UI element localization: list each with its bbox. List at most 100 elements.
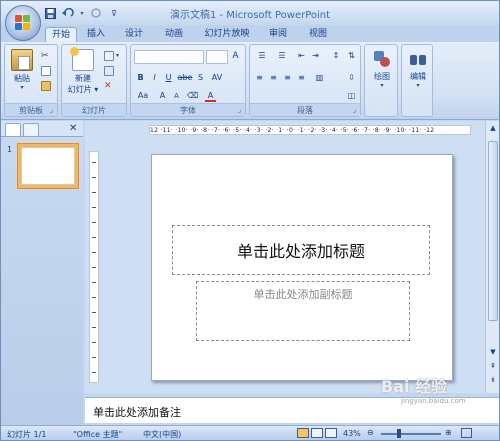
justify-icon[interactable]: ≡ [296, 72, 307, 84]
align-left-icon[interactable]: ≡ [254, 72, 265, 84]
slide-thumbnail[interactable] [17, 143, 79, 189]
reset-button[interactable] [104, 64, 114, 77]
line-spacing-icon[interactable]: ↕ [328, 50, 344, 62]
sorter-view-icon[interactable] [311, 428, 323, 438]
align-right-icon[interactable]: ≡ [282, 72, 293, 84]
office-logo-icon [15, 15, 31, 31]
text-direction-icon[interactable]: ⇅ [346, 50, 357, 62]
slides-group: 新建 幻灯片 ▾ ▾ ✕ 幻灯片 [61, 44, 127, 117]
paragraph-launcher-icon[interactable]: ⌟ [350, 106, 359, 115]
align-text-icon[interactable]: ⇳ [346, 72, 357, 84]
slide-canvas[interactable]: 单击此处添加标题 单击此处添加副标题 [151, 154, 453, 381]
notes-placeholder: 单击此处添加备注 [93, 406, 181, 419]
scroll-down-icon[interactable]: ▼ [487, 347, 499, 358]
editing-label: 编辑 [410, 72, 426, 81]
slides-group-label: 幻灯片 [62, 103, 126, 116]
ribbon-tabs: 开始 插入 设计 动画 幻灯片放映 审阅 视图 [1, 25, 499, 43]
change-case-button[interactable]: Aa [135, 90, 151, 102]
copy-button[interactable] [41, 64, 51, 77]
tab-slideshow[interactable]: 幻灯片放映 [201, 27, 253, 43]
tab-insert[interactable]: 插入 [81, 27, 111, 43]
numbering-icon[interactable]: ☰ [274, 50, 290, 62]
zoom-level[interactable]: 43% [343, 429, 361, 438]
decrease-indent-icon[interactable]: ⇤ [296, 50, 307, 62]
shapes-icon [372, 49, 392, 69]
normal-view-icon[interactable] [297, 428, 309, 438]
horizontal-ruler[interactable]: 12 ·11· ·10· ·9· ·8· ·7· ·6· ·5· ·4· ·3·… [149, 125, 471, 135]
zoom-in-icon[interactable]: ⊕ [445, 428, 452, 437]
tab-animation[interactable]: 动画 [159, 27, 189, 43]
font-size-combo[interactable] [206, 50, 228, 64]
layout-button[interactable]: ▾ [104, 49, 119, 62]
underline-button[interactable]: U [163, 72, 174, 84]
new-slide-button[interactable]: 新建 幻灯片 ▾ [66, 47, 100, 95]
zoom-out-icon[interactable]: ⊖ [367, 428, 374, 437]
bold-button[interactable]: B [135, 72, 146, 84]
outline-tab-icon[interactable] [23, 123, 39, 136]
delete-slide-button[interactable]: ✕ [104, 79, 114, 92]
paste-button[interactable]: 粘贴 ▾ [9, 49, 35, 91]
slide-thumbnail-preview [21, 147, 75, 185]
increase-indent-icon[interactable]: ⇥ [310, 50, 321, 62]
clear-format-icon[interactable]: ⌫ [187, 90, 198, 102]
watermark-logo-text: Bai 经验 [381, 377, 448, 396]
bullets-icon[interactable]: ☰ [254, 50, 270, 62]
vertical-scrollbar[interactable]: ▲ ▼ ⇞ ⇟ [485, 121, 499, 393]
office-button[interactable] [5, 5, 41, 41]
binoculars-icon [408, 49, 428, 69]
slides-tab-icon[interactable] [5, 123, 21, 136]
strikethrough-button[interactable]: abe [177, 72, 193, 84]
new-slide-label-2: 幻灯片 ▾ [67, 85, 99, 94]
align-center-icon[interactable]: ≡ [268, 72, 279, 84]
scroll-thumb[interactable] [488, 141, 498, 321]
close-pane-icon[interactable]: ✕ [69, 123, 77, 134]
slide-thumbnail-number: 1 [7, 145, 13, 154]
vertical-ruler[interactable] [89, 151, 99, 383]
pane-tabs: ✕ [1, 121, 83, 137]
italic-button[interactable]: I [149, 72, 160, 84]
font-group: A B I U abe S AV Aa A A ⌫ A 字体 ⌟ [130, 44, 246, 117]
title-placeholder[interactable]: 单击此处添加标题 [172, 225, 430, 275]
zoom-slider[interactable] [381, 433, 441, 435]
watermark-url: jingyan.baidu.com [401, 397, 466, 405]
paste-label: 粘贴 [14, 74, 30, 83]
font-launcher-icon[interactable]: ⌟ [235, 106, 244, 115]
zoom-slider-thumb[interactable] [397, 429, 401, 438]
prev-slide-icon[interactable]: ⇞ [487, 361, 499, 372]
paste-icon [11, 49, 33, 71]
smartart-icon[interactable]: ◫ [346, 90, 357, 102]
font-group-label: 字体 [131, 103, 245, 116]
editing-button[interactable]: 编辑 ▾ [403, 49, 433, 89]
font-color-button[interactable]: A [205, 90, 216, 102]
fit-to-window-icon[interactable] [461, 428, 472, 438]
columns-icon[interactable]: ▥ [314, 72, 325, 84]
theme-status[interactable]: "Office 主题" [73, 429, 122, 440]
tab-design[interactable]: 设计 [119, 27, 149, 43]
subtitle-placeholder[interactable]: 单击此处添加副标题 [196, 281, 410, 341]
slideshow-view-icon[interactable] [325, 428, 337, 438]
dialog-launcher-icon[interactable]: ⌟ [47, 106, 56, 115]
format-painter-button[interactable] [41, 79, 51, 92]
delete-icon: ✕ [104, 80, 112, 91]
tab-review[interactable]: 审阅 [263, 27, 293, 43]
slide-editor: 12 ·11· ·10· ·9· ·8· ·7· ·6· ·5· ·4· ·3·… [85, 121, 499, 393]
paragraph-group-label: 段落 [250, 103, 360, 116]
title-bar: ▾ ⊽ 演示文稿1 - Microsoft PowerPoint [1, 1, 499, 25]
scroll-up-icon[interactable]: ▲ [487, 123, 499, 134]
shrink-font-button[interactable]: A [171, 90, 182, 102]
cut-button[interactable]: ✂ [41, 49, 51, 62]
drawing-button[interactable]: 绘图 ▾ [367, 49, 397, 89]
tab-home[interactable]: 开始 [45, 27, 77, 43]
tab-view[interactable]: 视图 [303, 27, 333, 43]
brush-icon [41, 80, 51, 91]
grow-font-button[interactable]: A [230, 50, 241, 62]
spacing-button[interactable]: AV [209, 72, 225, 84]
new-slide-label-1: 新建 [75, 74, 91, 83]
editing-group: 编辑 ▾ [401, 44, 433, 117]
shadow-button[interactable]: S [195, 72, 206, 84]
font-name-combo[interactable] [134, 50, 204, 64]
powerpoint-window: ▾ ⊽ 演示文稿1 - Microsoft PowerPoint 开始 插入 设… [0, 0, 500, 441]
grow-font-button-2[interactable]: A [157, 90, 168, 102]
layout-icon [104, 50, 114, 61]
language-status[interactable]: 中文(中国) [143, 429, 181, 440]
